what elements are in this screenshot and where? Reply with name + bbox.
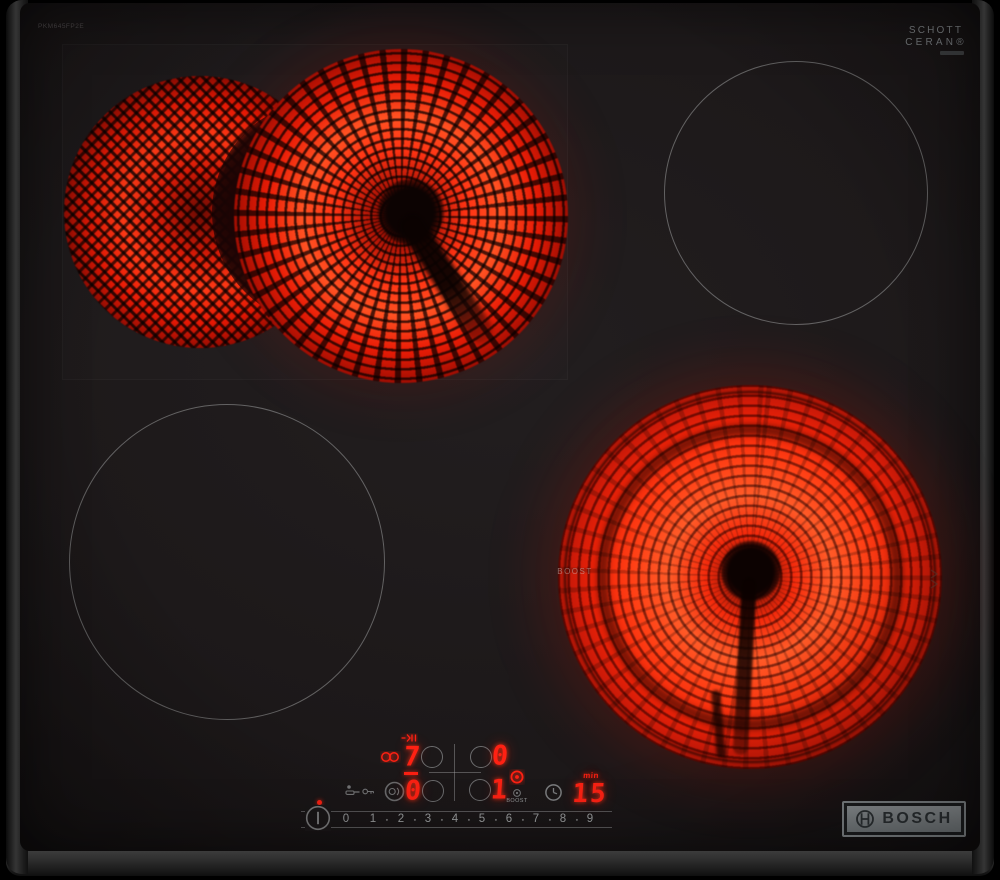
rear-right-zone-outline [664, 61, 928, 325]
slider-level-9[interactable]: 9 [587, 813, 593, 825]
timer-clock-icon[interactable] [544, 783, 563, 802]
wipe-protection-icon[interactable] [344, 784, 361, 797]
slider-level-3[interactable]: 3 [425, 813, 431, 825]
slider-level-6[interactable]: 6 [506, 813, 512, 825]
front-right-zone-select-key[interactable] [469, 779, 491, 801]
slider-level-4[interactable]: 4 [452, 813, 458, 825]
model-number-print: PKM645FP2E [38, 23, 85, 30]
front-left-level-display: 0 [403, 775, 423, 807]
schott-line2: CERAN® [905, 37, 967, 48]
power-key-icon[interactable] [305, 805, 331, 831]
front-right-level-display: 1 [489, 774, 509, 806]
slider-level-8[interactable]: 8 [560, 813, 566, 825]
front-left-zone-select-key[interactable] [422, 780, 444, 802]
slider-level-1[interactable]: 1 [370, 813, 376, 825]
extended-zone-active-indicator [404, 772, 418, 775]
cooktop: BOOST 7 0 0 1 BOOST min 15 0 1 2 3 4 5 6… [0, 0, 1000, 880]
timer-value-display: 15 [571, 779, 609, 809]
child-lock-key-icon[interactable] [362, 787, 375, 796]
extended-zone-key-icon[interactable] [384, 781, 405, 802]
bosch-badge: BOSCH [842, 801, 966, 837]
bosch-emblem-icon [856, 810, 875, 828]
boost-active-indicator-icon [510, 770, 524, 784]
bosch-logo-text: BOSCH [882, 810, 953, 827]
schott-ceran-print: SCHOTT CERAN® [902, 25, 970, 55]
slider-track-top[interactable] [301, 810, 612, 812]
slider-level-7[interactable]: 7 [533, 813, 539, 825]
boost-zone-print-label: BOOST [557, 567, 593, 576]
schott-line1: SCHOTT [908, 25, 964, 36]
bosch-badge-plate: BOSCH [847, 806, 961, 832]
slider-level-5[interactable]: 5 [479, 813, 485, 825]
rear-left-level-display: 7 [402, 741, 422, 773]
zone-cross-divider-horizontal [429, 771, 481, 773]
boost-key-label: BOOST [506, 798, 528, 804]
front-left-zone-outline [69, 404, 385, 720]
slider-level-0[interactable]: 0 [343, 813, 349, 825]
boost-key-icon[interactable] [512, 788, 522, 798]
rear-right-level-display: 0 [490, 740, 510, 772]
dual-zone-infinity-icon [381, 752, 399, 762]
slider-track-bottom[interactable] [301, 827, 612, 829]
rear-left-zone-select-key[interactable] [421, 746, 443, 768]
schott-subline-mark [940, 51, 964, 55]
rear-right-zone-select-key[interactable] [470, 746, 492, 768]
power-on-indicator-dot [316, 799, 322, 805]
slider-level-2[interactable]: 2 [398, 813, 404, 825]
chevron-marks-icon [930, 569, 939, 589]
